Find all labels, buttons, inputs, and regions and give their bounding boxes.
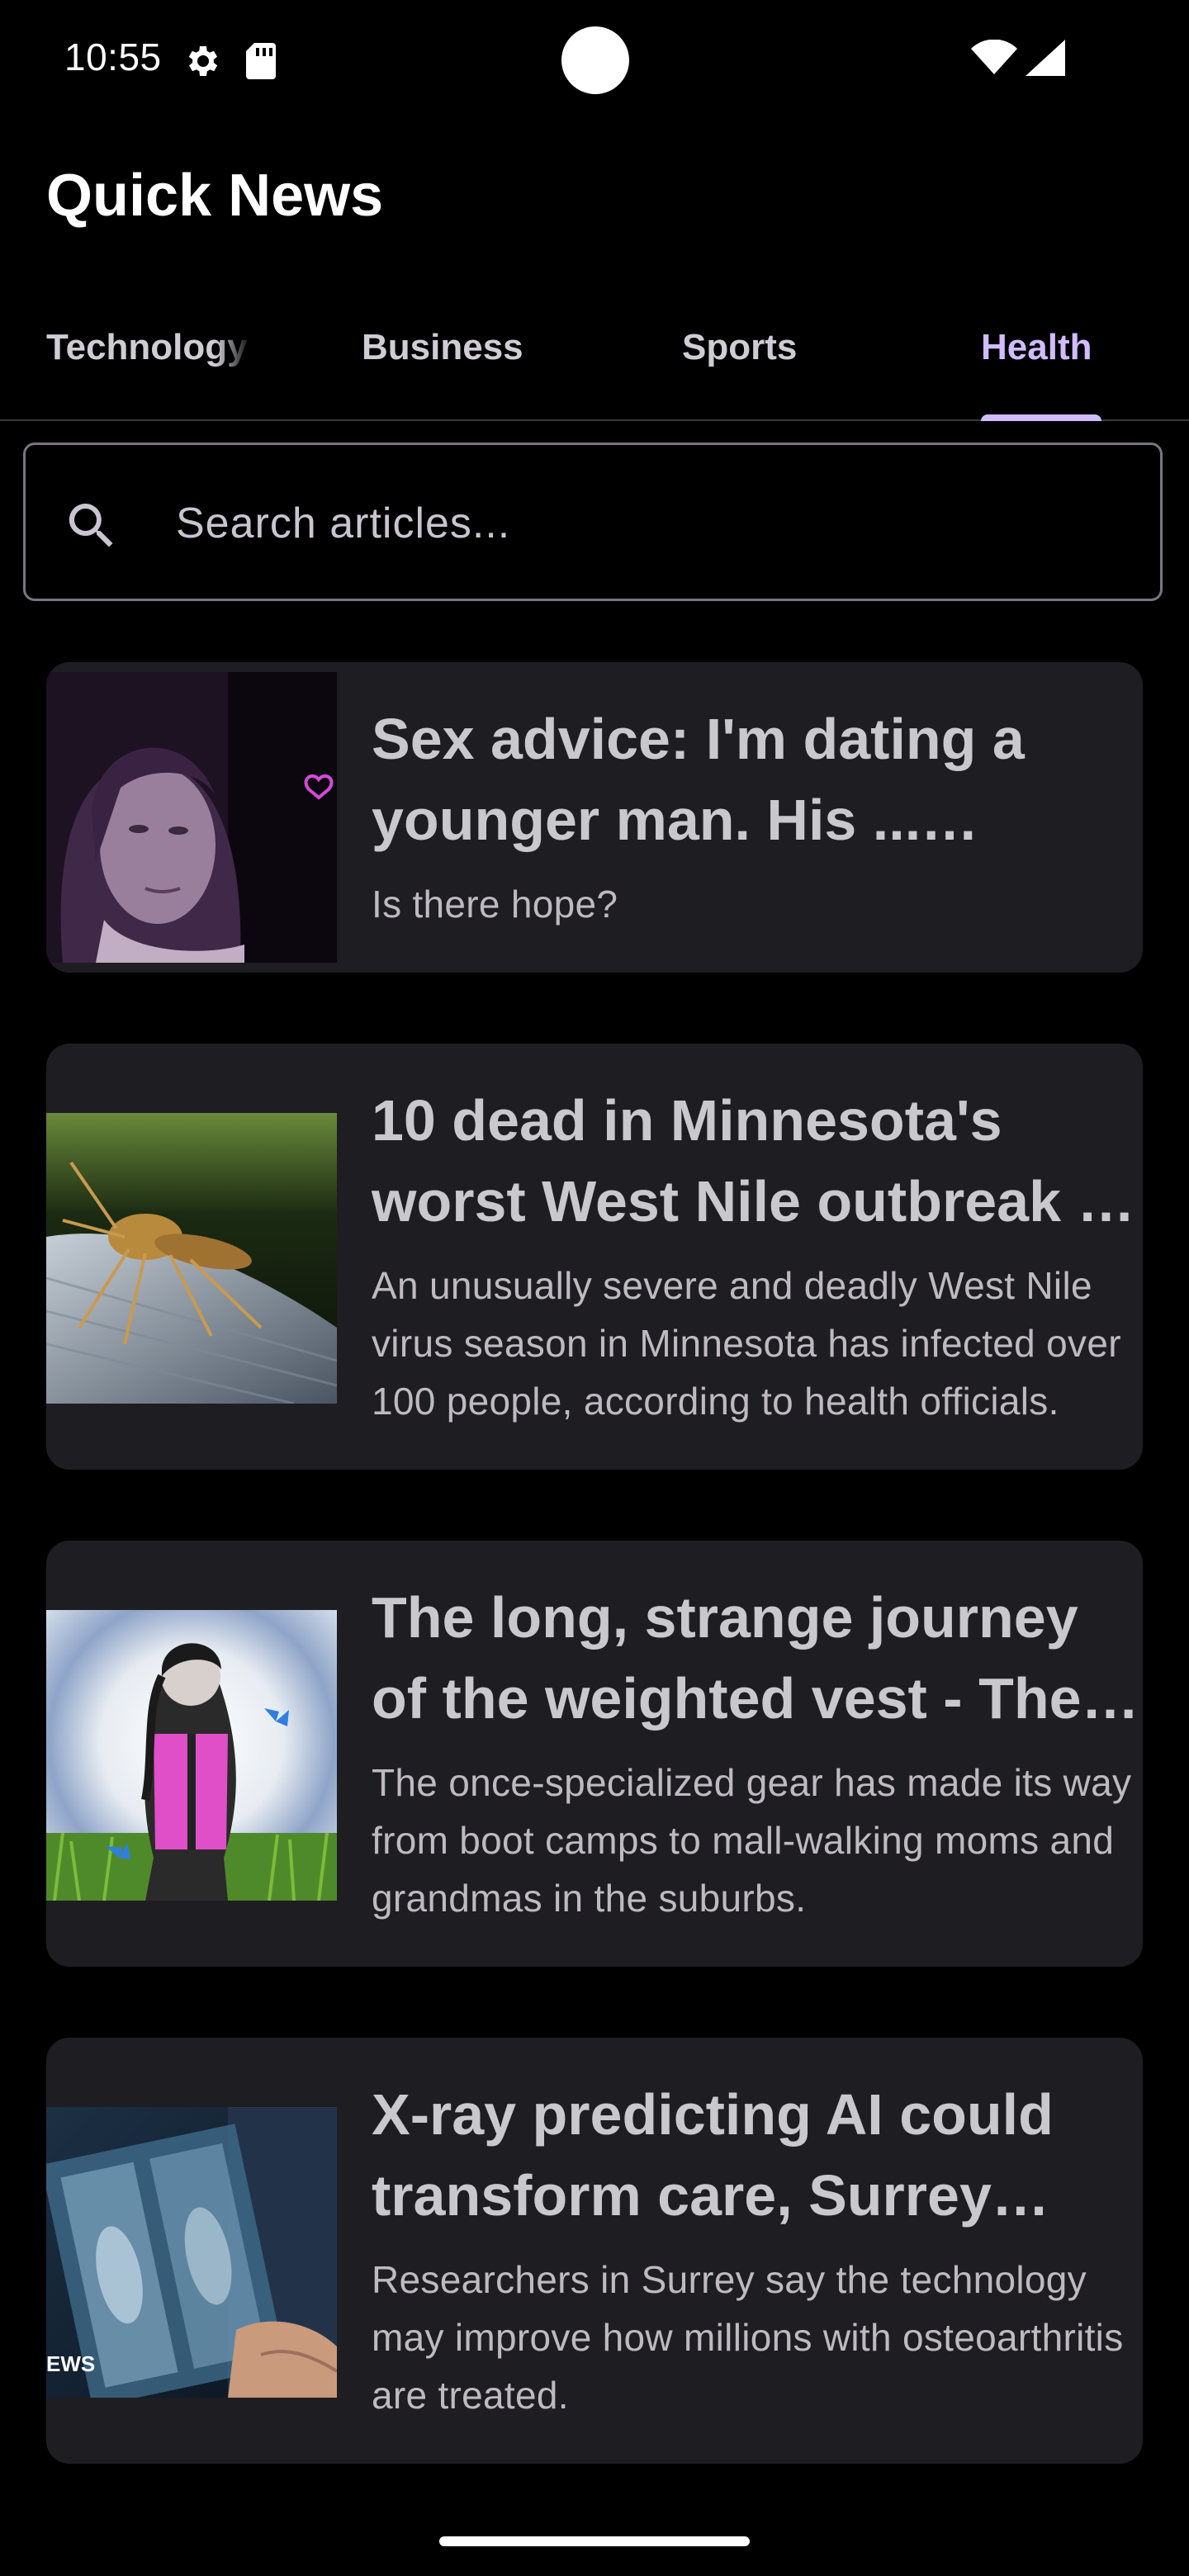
tab-technology[interactable]: Technology — [46, 327, 253, 368]
article-card[interactable]: The long, strange journey of the weighte… — [46, 1541, 1143, 1967]
article-description: The once-specialized gear has made its w… — [372, 1761, 1132, 1920]
gesture-nav-handle[interactable] — [439, 2536, 750, 2546]
article-description: An unusually severe and deadly West Nile… — [372, 1264, 1121, 1423]
article-thumbnail — [46, 1113, 337, 1404]
search-input[interactable] — [174, 486, 1127, 561]
article-description: Researchers in Surrey say the technology… — [372, 2258, 1124, 2417]
search-icon — [69, 504, 113, 547]
active-tab-indicator — [981, 414, 1101, 421]
status-time: 10:55 — [64, 36, 162, 78]
article-thumbnail: EWS — [46, 2107, 337, 2398]
article-title: Sex advice: I'm dating a younger man. Hi… — [372, 707, 1025, 852]
article-title: 10 dead in Minnesota's worst West Nile o… — [372, 1088, 1129, 1234]
wifi-icon — [971, 40, 1017, 74]
search-box[interactable] — [23, 443, 1163, 601]
tab-sports[interactable]: Sports — [682, 327, 797, 368]
camera-cutout — [561, 26, 629, 94]
tab-health[interactable]: Health — [981, 327, 1092, 368]
sd-card-icon — [246, 43, 276, 79]
article-thumbnail — [46, 1610, 337, 1901]
image-overlay-text: EWS — [46, 2351, 96, 2376]
article-title: X-ray predicting AI could transform care… — [372, 2082, 1054, 2228]
cell-signal-icon — [1026, 40, 1065, 76]
tab-business[interactable]: Business — [362, 327, 523, 368]
app-title: Quick News — [46, 163, 384, 229]
article-title: The long, strange journey of the weighte… — [372, 1585, 1082, 1731]
status-bar: 10:55 — [0, 0, 1189, 124]
article-card[interactable]: Sex advice: I'm dating a younger man. Hi… — [46, 662, 1143, 973]
article-thumbnail — [46, 672, 337, 963]
status-icons-right — [971, 40, 1065, 76]
article-card[interactable]: 10 dead in Minnesota's worst West Nile o… — [46, 1044, 1143, 1470]
article-card[interactable]: EWS X-ray predicting AI could transform … — [46, 2038, 1143, 2464]
category-tabs: Technology Business Sports Health — [0, 297, 1189, 421]
status-icons-left — [183, 41, 277, 81]
settings-icon — [188, 46, 218, 76]
article-description: Is there hope? — [372, 883, 618, 926]
